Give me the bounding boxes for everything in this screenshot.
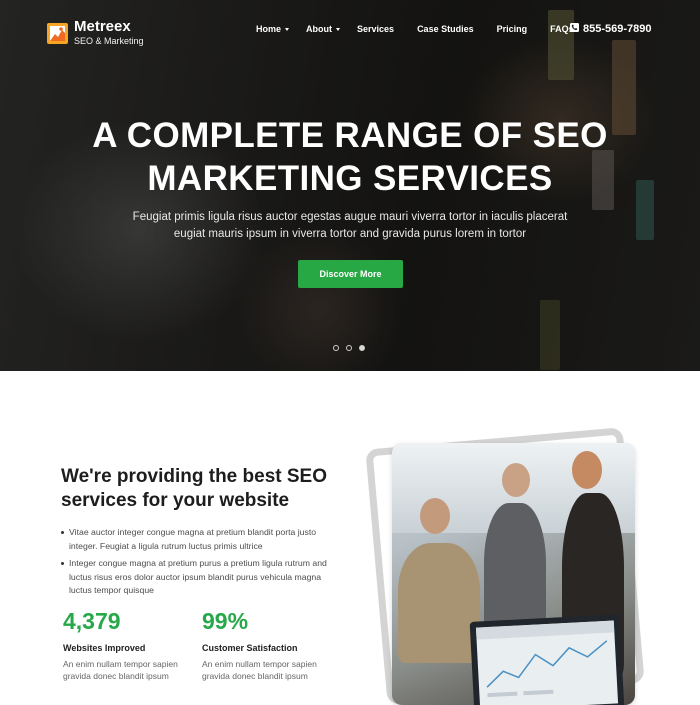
photo-person [398,543,480,663]
slider-dot[interactable] [346,345,352,351]
photo-person-head [572,451,602,489]
photo-monitor [469,614,625,705]
hero-subtitle-line: eugiat mauris ipsum in viverra tortor an… [173,228,527,240]
phone-link[interactable]: 855-569-7890 [570,23,652,35]
nav-item-about[interactable]: About [306,24,341,34]
stat-customer-satisfaction: 99% Customer Satisfaction An enim nullam… [202,608,332,682]
nav-item-label: About [306,24,333,34]
hero-title-line: MARKETING SERVICES [147,159,553,198]
hero-subtitle-line: Feugiat primis ligula risus auctor egest… [132,211,568,223]
brand-name: Metreex [74,18,131,35]
nav-item-label: Case Studies [417,24,474,34]
slider-dot[interactable] [333,345,339,351]
brand-logo[interactable]: Metreex SEO & Marketing [47,19,144,47]
nav-item-label: Home [256,24,282,34]
stat-description-line: gravida donec blandit ipsum [202,671,308,681]
list-item: Vitae auctor integer congue magna at pre… [61,526,336,553]
stat-description-line: An enim nullam tempor sapien [202,659,317,669]
team-meeting-photo [392,443,635,705]
chevron-down-icon [285,27,290,31]
chevron-down-icon [336,27,341,31]
nav-item-label: Services [357,24,395,34]
stat-websites-improved: 4,379 Websites Improved An enim nullam t… [63,608,193,682]
nav-item-case-studies[interactable]: Case Studies [417,24,474,34]
stat-description: An enim nullam tempor sapien gravida don… [202,658,332,682]
nav-item-pricing[interactable]: Pricing [497,24,528,34]
main-navigation: Home About Services Case Studies Pricing… [256,24,574,34]
team-photo-block [365,425,660,705]
hero-subtitle: Feugiat primis ligula risus auctor egest… [0,209,700,243]
phone-number: 855-569-7890 [583,23,652,35]
nav-item-home[interactable]: Home [256,24,290,34]
hero-banner: Metreex SEO & Marketing Home About Servi… [0,0,700,371]
section-title-line: We're providing the best SEO [61,466,327,487]
section-title: We're providing the best SEO services fo… [61,465,327,513]
nav-item-label: Pricing [496,24,528,34]
photo-person-head [502,463,530,497]
photo-person-head [420,498,450,534]
stat-description-line: gravida donec blandit ipsum [63,671,169,681]
logo-chart-icon [47,22,68,44]
stat-description-line: An enim nullam tempor sapien [63,659,178,669]
stat-value: 4,379 [63,608,121,634]
slider-dot-active[interactable] [359,345,365,351]
section-title-line: services for your website [61,490,290,511]
discover-more-button[interactable]: Discover More [298,260,403,288]
stat-label: Customer Satisfaction [202,643,298,653]
stat-label: Websites Improved [63,643,146,653]
stat-value: 99% [202,608,249,634]
list-item: Integer congue magna at pretium purus a … [61,557,336,598]
brand-tagline: SEO & Marketing [74,36,144,46]
phone-icon [570,23,579,35]
hero-title-line: A COMPLETE RANGE OF SEO [92,116,608,155]
stat-description: An enim nullam tempor sapien gravida don… [63,658,193,682]
hero-title: A COMPLETE RANGE OF SEO MARKETING SERVIC… [0,114,700,200]
slider-pagination [333,345,365,351]
nav-item-services[interactable]: Services [357,24,394,34]
feature-list: Vitae auctor integer congue magna at pre… [61,526,336,602]
photo-monitor-screen [475,620,619,705]
